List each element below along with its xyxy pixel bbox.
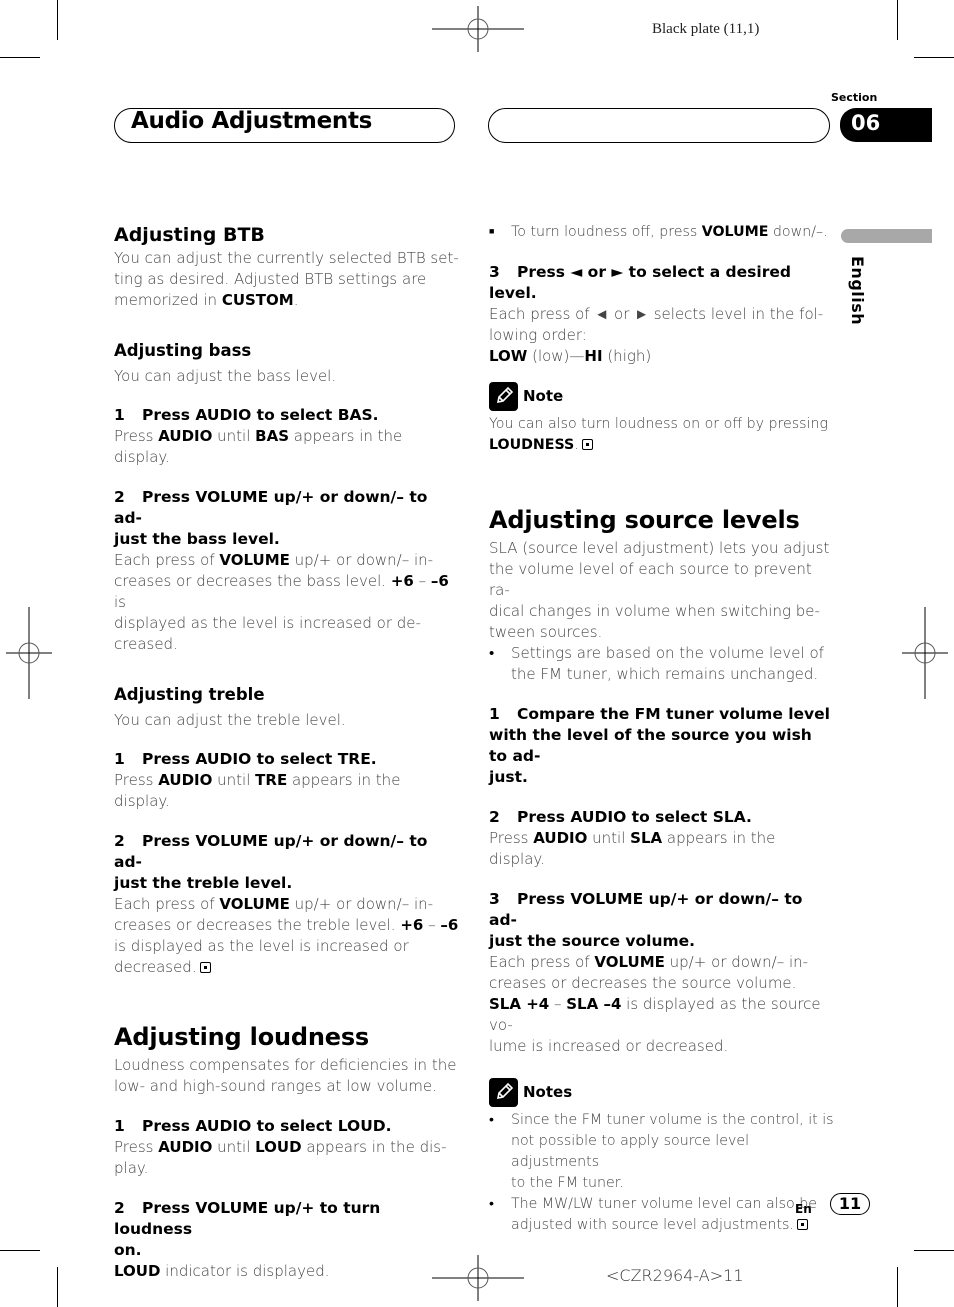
plate-label: Black plate (11,1): [652, 21, 760, 37]
source-step-1: 1 Compare the FM tuner volume level with t…: [489, 705, 830, 786]
crop-mark: [0, 57, 40, 58]
bass-step-1: 1 Press AUDIO to select BAS.: [114, 406, 379, 424]
left-column: Adjusting BTB You can adjust the current…: [114, 222, 459, 1282]
source-step-3-body: Each press of VOLUME up/+ or down/– in- …: [489, 953, 821, 1055]
loudness-step-3: 3 Press ◄ or ► to select a desired level.: [489, 263, 791, 302]
source-step-3: 3 Press VOLUME up/+ or down/– to ad-just …: [489, 890, 803, 950]
bullet-icon: •: [489, 1196, 494, 1212]
language-tab-bar: [841, 229, 932, 243]
pencil-icon: [489, 1077, 518, 1107]
bass-step-2-body: Each press of VOLUME up/+ or down/– in- …: [114, 551, 449, 653]
loudness-step-1-body: Press AUDIO until LOUD appears in the di…: [114, 1138, 447, 1177]
language-tab-label: English: [848, 256, 867, 326]
source-intro: SLA (source level adjustment) lets you a…: [489, 539, 830, 641]
document-code: <CZR2964-A>11: [606, 1266, 744, 1285]
chapter-title: Audio Adjustments: [131, 108, 373, 134]
page-number: 11: [830, 1193, 870, 1215]
notes-label: Notes: [523, 1083, 573, 1101]
registration-mark-top: [432, 6, 524, 52]
bullet-icon: •: [489, 644, 495, 662]
notes-item: • The MW/LW tuner volume level can also …: [489, 1194, 834, 1236]
section-number: 06: [840, 108, 932, 142]
note-body: You can also turn loudness on or off by …: [489, 416, 829, 453]
registration-mark-right: [902, 607, 948, 699]
treble-step-2-body: Each press of VOLUME up/+ or down/– in- …: [114, 895, 459, 976]
heading-loudness: Adjusting loudness: [114, 1023, 369, 1051]
btb-body: You can adjust the currently selected BT…: [114, 249, 459, 309]
treble-step-2: 2 Press VOLUME up/+ or down/– to ad-just …: [114, 832, 428, 892]
section-label: Section: [831, 91, 878, 104]
treble-intro: You can adjust the treble level.: [114, 711, 346, 729]
bass-step-1-body: Press AUDIO until BAS appears in the dis…: [114, 427, 403, 466]
notes-header: Notes: [489, 1077, 834, 1107]
loudness-step-3-body: Each press of ◄ or ► selects level in th…: [489, 305, 824, 365]
crop-mark: [914, 1250, 954, 1251]
note-label: Note: [523, 387, 564, 405]
crop-mark: [897, 1267, 898, 1307]
end-mark-icon: [199, 962, 211, 973]
heading-btb: Adjusting BTB: [114, 224, 265, 246]
crop-mark: [57, 0, 58, 40]
loudness-step-2: 2 Press VOLUME up/+ to turn loudness on.: [114, 1199, 381, 1259]
heading-source-levels: Adjusting source levels: [489, 506, 800, 534]
heading-treble: Adjusting treble: [114, 685, 265, 704]
crop-mark: [0, 1250, 40, 1251]
crop-mark: [57, 1267, 58, 1307]
bullet-icon: •: [489, 1112, 494, 1128]
bass-step-2: 2 Press VOLUME up/+ or down/– to ad-just …: [114, 488, 428, 548]
heading-bass: Adjusting bass: [114, 341, 252, 360]
loudness-intro: Loudness compensates for deficiencies in…: [114, 1056, 457, 1095]
empty-header-frame: [488, 108, 830, 143]
source-step-2-body: Press AUDIO until SLA appears in the dis…: [489, 829, 776, 868]
treble-step-1: 1 Press AUDIO to select TRE.: [114, 750, 377, 768]
loudness-step-2-body: LOUD indicator is displayed.: [114, 1262, 330, 1280]
loudness-off-tip: ■ To turn loudness off, press VOLUME dow…: [489, 222, 834, 243]
loudness-step-1: 1 Press AUDIO to select LOUD.: [114, 1117, 392, 1135]
note-header: Note: [489, 381, 834, 411]
notes-item: • Since the FM tuner volume is the contr…: [489, 1110, 834, 1194]
source-step-2: 2 Press AUDIO to select SLA.: [489, 808, 752, 826]
registration-mark-left: [6, 607, 52, 699]
square-bullet-icon: ■: [489, 227, 495, 237]
source-bullet: • Settings are based on the volume level…: [489, 644, 824, 683]
end-mark-icon: [581, 439, 593, 450]
bass-intro: You can adjust the bass level.: [114, 367, 337, 385]
footer-language: En: [795, 1202, 812, 1216]
crop-mark: [914, 57, 954, 58]
right-column: ■ To turn loudness off, press VOLUME dow…: [489, 222, 834, 1236]
pencil-icon: [489, 381, 518, 411]
treble-step-1-body: Press AUDIO until TRE appears in the dis…: [114, 771, 401, 810]
crop-mark: [897, 0, 898, 40]
end-mark-icon: [796, 1219, 808, 1230]
